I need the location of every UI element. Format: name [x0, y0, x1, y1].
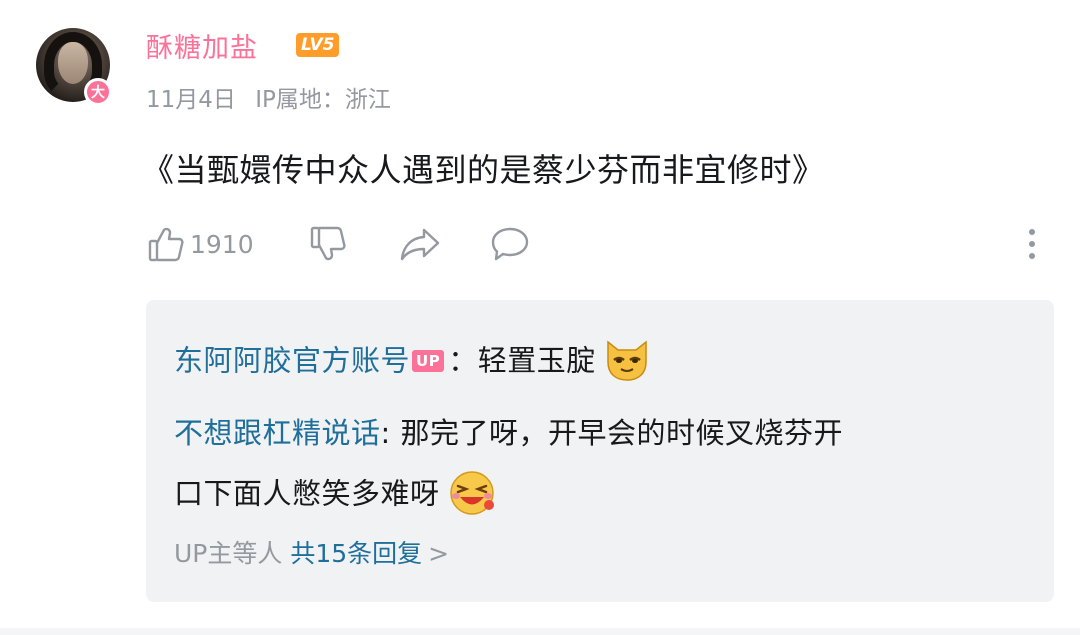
- view-replies-link[interactable]: UP主等人 共15条回复 >: [174, 534, 449, 570]
- reply-preview[interactable]: 东阿阿胶官方账号 UP ：轻置玉腚 不想跟杠精说话: 那完了呀，开早会的时候叉烧芬开…: [146, 300, 1054, 602]
- cat-emoji-icon: [602, 334, 652, 391]
- avatar-face: [58, 42, 88, 84]
- ip-location: IP属地：浙江: [255, 87, 391, 113]
- chevron-right-icon: >: [428, 539, 450, 568]
- reply-username[interactable]: 不想跟杠精说话: [174, 416, 381, 450]
- reply-count[interactable]: 共15条回复: [290, 539, 422, 568]
- share-button[interactable]: [398, 222, 442, 266]
- reply-text-continued: 口下面人憋笑多难呀: [174, 466, 498, 525]
- reply-text: : 那完了呀，开早会的时候叉烧芬开: [380, 416, 844, 450]
- reply-username[interactable]: 东阿阿胶官方账号: [174, 344, 410, 378]
- reply-text: 口下面人憋笑多难呀: [174, 476, 440, 511]
- reply-item: 不想跟杠精说话: 那完了呀，开早会的时候叉烧芬开: [174, 410, 843, 452]
- dislike-button[interactable]: [308, 222, 348, 266]
- reply-item: 东阿阿胶官方账号 UP ：轻置玉腚: [174, 334, 652, 391]
- thumbs-down-icon: [308, 224, 348, 264]
- reply-footer-prefix: UP主等人: [174, 539, 283, 568]
- like-button[interactable]: 1910: [146, 222, 254, 266]
- username[interactable]: 酥糖加盐: [146, 26, 258, 65]
- divider: [0, 628, 1080, 635]
- avatar-badge: 大: [84, 78, 112, 106]
- laughing-emoji-icon: [446, 466, 498, 525]
- thumbs-up-icon: [146, 224, 186, 264]
- comment-actions: 1910: [146, 222, 1056, 266]
- share-icon: [398, 224, 442, 264]
- comment-icon: [488, 224, 532, 264]
- up-badge: UP: [412, 349, 445, 372]
- reply-button[interactable]: [488, 222, 532, 266]
- comment-meta: 11月4日 IP属地：浙江: [146, 80, 391, 114]
- more-vertical-icon[interactable]: [1026, 226, 1038, 266]
- comment-text: 《当甄嬛传中众人遇到的是蔡少芬而非宜修时》: [142, 151, 825, 189]
- reply-text: ：轻置玉腚: [448, 343, 596, 378]
- like-count: 1910: [190, 229, 254, 259]
- level-badge: LV5: [296, 33, 340, 57]
- comment-date: 11月4日: [146, 87, 236, 113]
